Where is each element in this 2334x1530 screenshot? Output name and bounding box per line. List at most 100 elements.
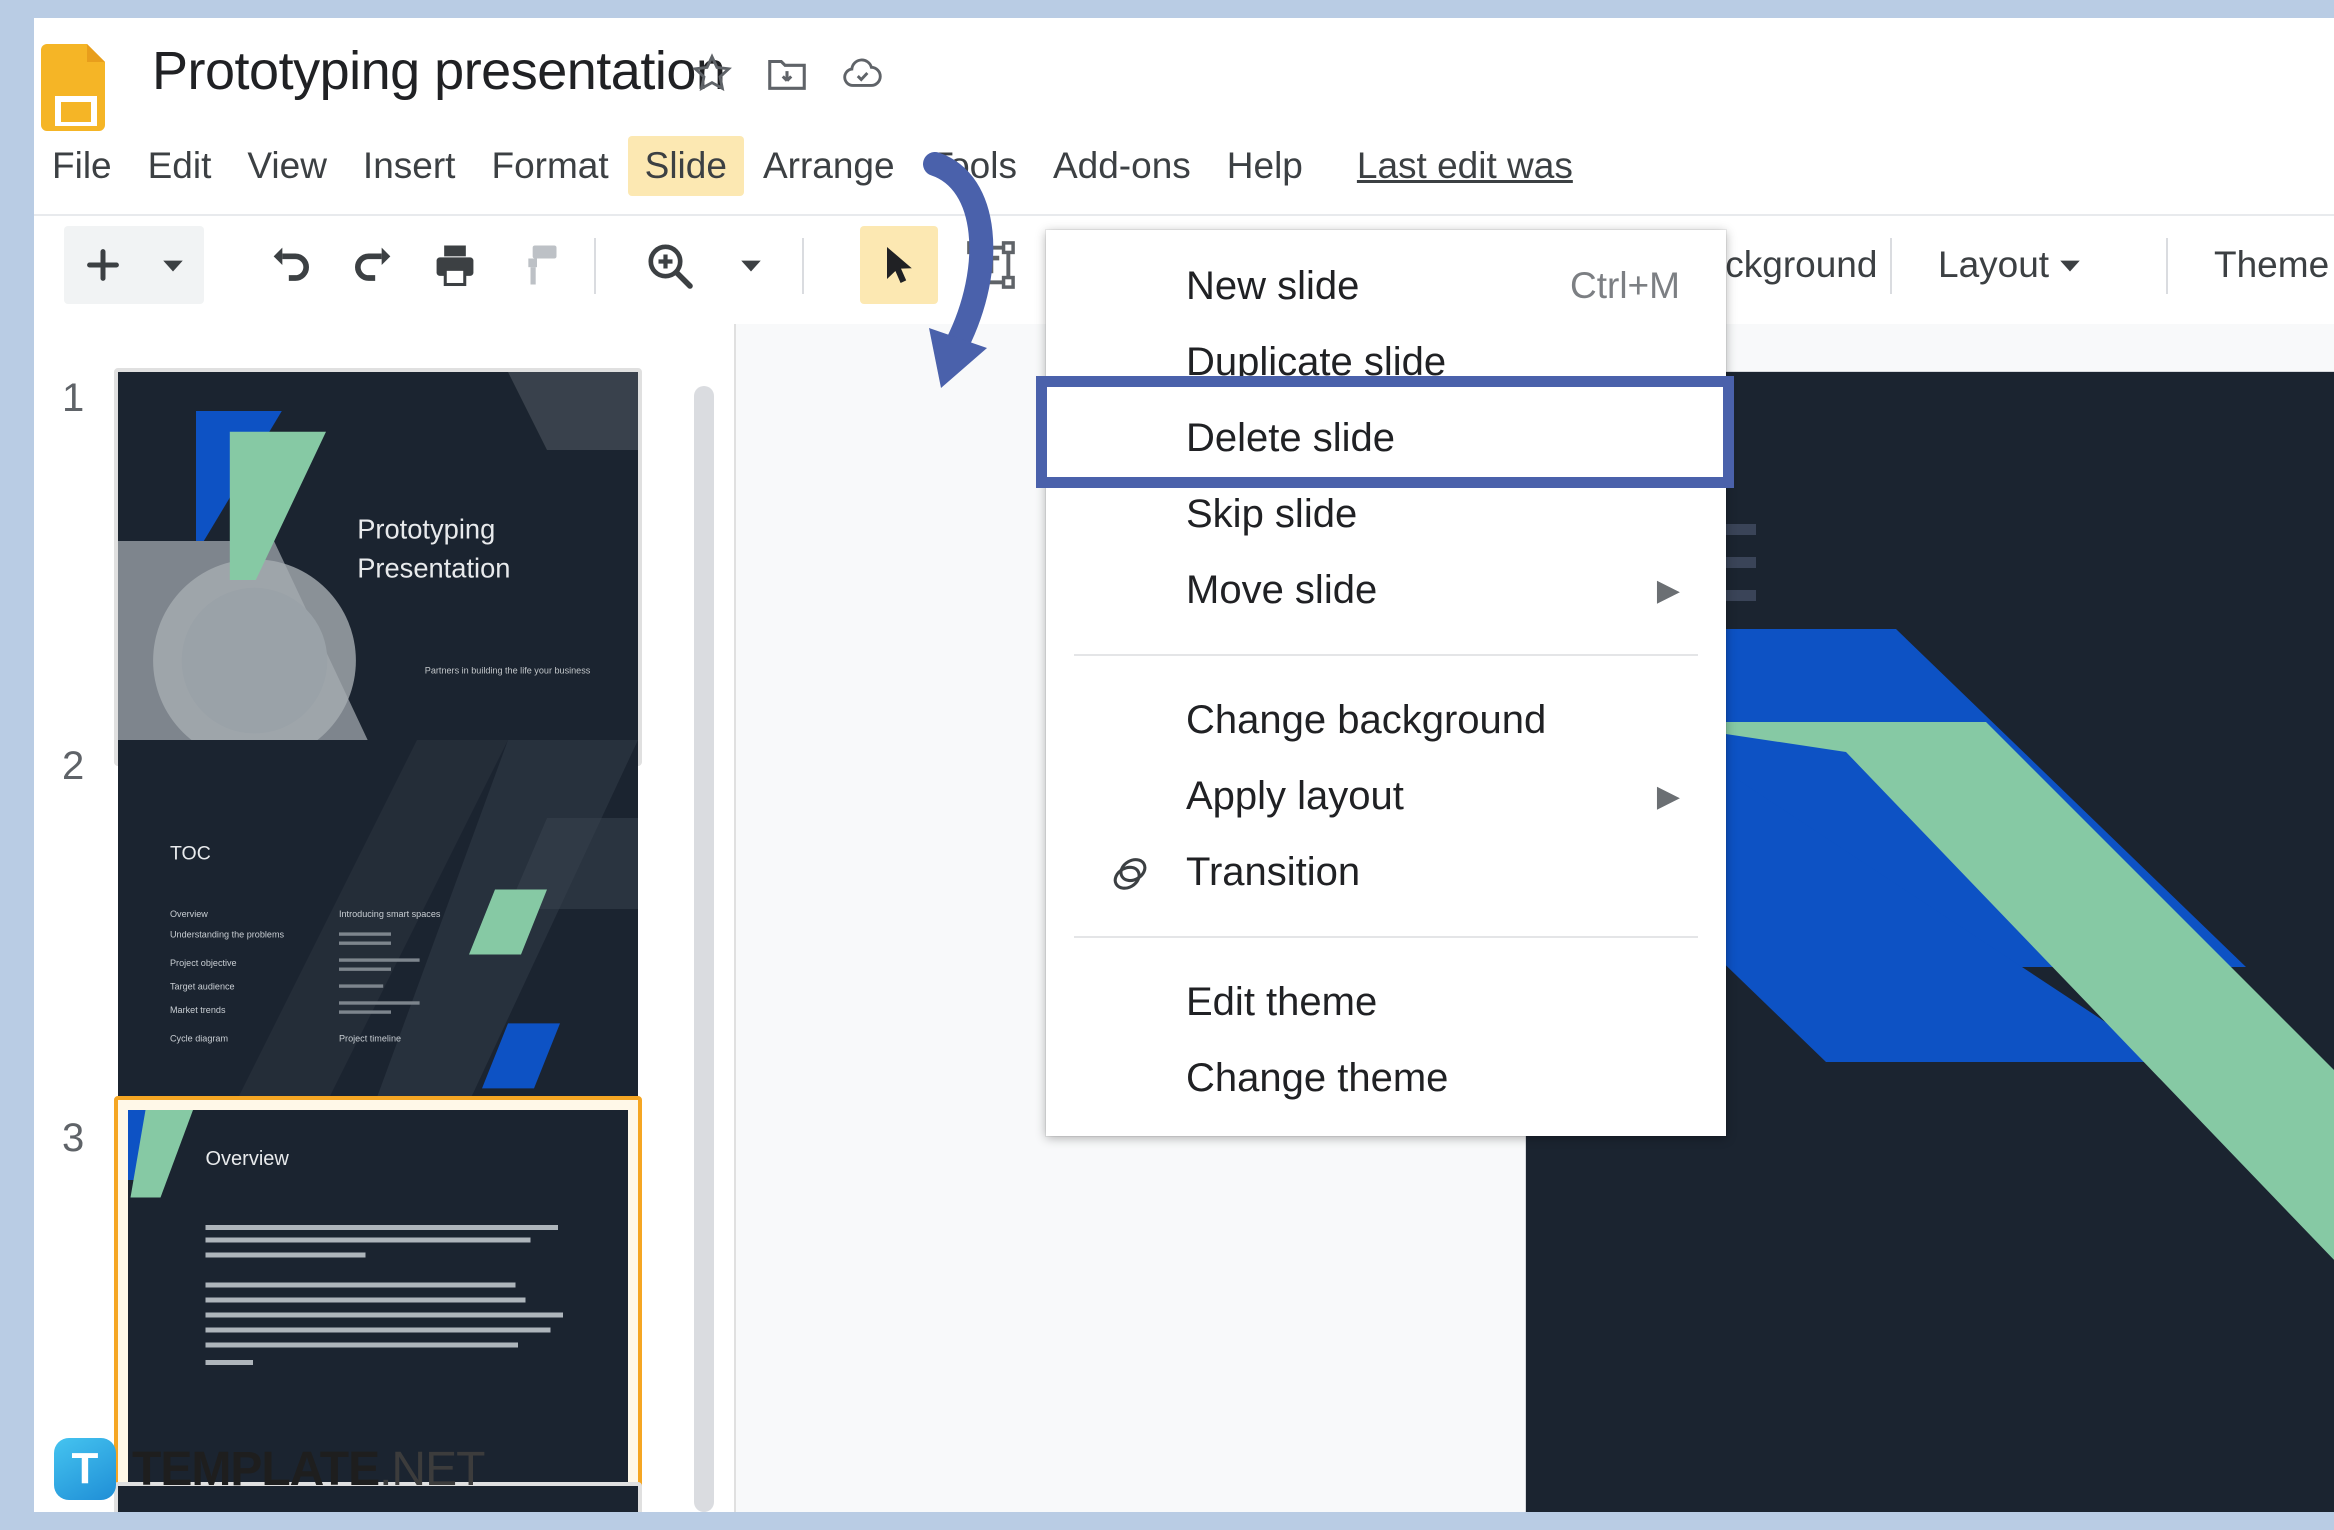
svg-text:Market trends: Market trends bbox=[170, 1005, 226, 1015]
title-bar: Prototyping presentation File Edit View Ins… bbox=[34, 18, 2334, 214]
theme-button[interactable]: Theme bbox=[2200, 226, 2334, 304]
menu-file[interactable]: File bbox=[35, 136, 129, 196]
menu-item-label: Change background bbox=[1186, 697, 1547, 742]
menu-item-edit-theme[interactable]: Edit theme bbox=[1046, 964, 1726, 1040]
thumbnail-canvas: TOC Overview Understanding the problems … bbox=[118, 740, 638, 1130]
menu-insert[interactable]: Insert bbox=[346, 136, 473, 196]
toolbar-separator-2 bbox=[802, 238, 804, 294]
redo-icon bbox=[355, 247, 391, 281]
last-edit-link[interactable]: Last edit was bbox=[1351, 136, 1579, 196]
template-net-watermark: T TEMPLATE .NET bbox=[54, 1438, 485, 1500]
svg-text:Project timeline: Project timeline bbox=[339, 1034, 401, 1044]
google-slides-logo[interactable] bbox=[41, 38, 111, 131]
select-tool-button[interactable] bbox=[860, 226, 938, 304]
submenu-arrow-icon: ▶ bbox=[1656, 779, 1680, 813]
menu-addons[interactable]: Add-ons bbox=[1036, 136, 1208, 196]
menu-item-label: Change theme bbox=[1186, 1055, 1449, 1100]
menu-slide[interactable]: Slide bbox=[627, 136, 744, 196]
google-slides-app: Prototyping presentation File Edit View Ins… bbox=[34, 18, 2334, 1512]
layout-label: Layout bbox=[1938, 244, 2050, 285]
slide-thumbnail-1[interactable]: Prototyping Presentation Partners in bui… bbox=[114, 368, 642, 766]
move-to-folder-icon[interactable] bbox=[764, 50, 810, 96]
menu-item-label: Duplicate slide bbox=[1186, 339, 1447, 384]
document-title[interactable]: Prototyping presentation bbox=[152, 40, 726, 102]
filmstrip-slide-1[interactable]: 1 Prototyping Presentation Partners in b… bbox=[34, 368, 734, 766]
new-slide-dropdown[interactable] bbox=[142, 226, 204, 304]
menu-item-new-slide[interactable]: New slide Ctrl+M bbox=[1046, 248, 1726, 324]
watermark-tld: .NET bbox=[379, 1442, 485, 1496]
toolbar-separator-1 bbox=[594, 238, 596, 294]
menu-item-change-theme[interactable]: Change theme bbox=[1046, 1040, 1726, 1116]
toolbar-separator-4 bbox=[2166, 238, 2168, 294]
text-box-button[interactable] bbox=[952, 226, 1030, 304]
menu-format[interactable]: Format bbox=[474, 136, 625, 196]
menu-edit[interactable]: Edit bbox=[131, 136, 229, 196]
menu-item-transition[interactable]: Transition bbox=[1046, 834, 1726, 910]
paint-format-button[interactable] bbox=[498, 226, 576, 304]
filmstrip-scrollbar-thumb[interactable] bbox=[694, 386, 714, 1512]
star-icon[interactable] bbox=[689, 50, 735, 96]
svg-text:Project objective: Project objective bbox=[170, 958, 237, 968]
svg-text:Understanding the problems: Understanding the problems bbox=[170, 930, 285, 940]
menu-item-label: New slide bbox=[1186, 263, 1360, 308]
undo-button[interactable] bbox=[252, 226, 330, 304]
menu-item-move-slide[interactable]: Move slide ▶ bbox=[1046, 552, 1726, 628]
menu-item-label: Move slide bbox=[1186, 567, 1378, 612]
menu-tools[interactable]: Tools bbox=[914, 136, 1034, 196]
slide-number: 2 bbox=[62, 744, 85, 788]
chevron-down-icon bbox=[741, 260, 761, 272]
template-net-logo-icon: T bbox=[54, 1438, 116, 1500]
cloud-saved-icon[interactable] bbox=[839, 50, 885, 96]
svg-text:Presentation: Presentation bbox=[357, 552, 510, 583]
undo-icon bbox=[273, 247, 309, 281]
print-icon bbox=[436, 245, 474, 287]
toolbar-separator-3 bbox=[1890, 238, 1892, 294]
print-button[interactable] bbox=[416, 226, 494, 304]
screenshot-root: Prototyping presentation File Edit View Ins… bbox=[0, 0, 2334, 1530]
menu-bar: File Edit View Insert Format Slide Arrange Tool… bbox=[34, 136, 1579, 214]
paint-format-icon bbox=[528, 245, 557, 285]
menu-help[interactable]: Help bbox=[1210, 136, 1320, 196]
menu-item-apply-layout[interactable]: Apply layout ▶ bbox=[1046, 758, 1726, 834]
cursor-arrow-icon bbox=[887, 247, 912, 283]
slide-menu-dropdown[interactable]: New slide Ctrl+M Duplicate slide Delete … bbox=[1046, 230, 1726, 1136]
svg-text:Cycle diagram: Cycle diagram bbox=[170, 1034, 228, 1044]
slide-thumbnail-2[interactable]: TOC Overview Understanding the problems … bbox=[114, 736, 642, 1134]
svg-text:Overview: Overview bbox=[206, 1148, 290, 1170]
menu-separator-2 bbox=[1074, 936, 1698, 938]
filmstrip-slide-2[interactable]: 2 TOC Overview Understanding the problem… bbox=[34, 736, 734, 1130]
menu-item-delete-slide[interactable]: Delete slide bbox=[1046, 400, 1726, 476]
chevron-down-icon bbox=[2060, 260, 2080, 272]
menu-item-skip-slide[interactable]: Skip slide bbox=[1046, 476, 1726, 552]
filmstrip-slide-3[interactable]: 3 Overview bbox=[34, 1096, 734, 1499]
svg-text:TOC: TOC bbox=[170, 843, 211, 865]
transition-icon bbox=[1113, 858, 1147, 890]
menu-item-label: Skip slide bbox=[1186, 491, 1358, 536]
thumbnail-canvas: Overview bbox=[128, 1110, 628, 1485]
menu-item-duplicate-slide[interactable]: Duplicate slide bbox=[1046, 324, 1726, 400]
svg-text:Partners in building the life: Partners in building the life your busin… bbox=[425, 666, 591, 676]
menu-item-label: Edit theme bbox=[1186, 979, 1378, 1024]
chevron-down-icon bbox=[163, 260, 183, 272]
menu-separator-1 bbox=[1074, 654, 1698, 656]
slide-number: 1 bbox=[62, 376, 85, 420]
svg-text:Introducing smart spaces: Introducing smart spaces bbox=[339, 909, 441, 919]
menu-view[interactable]: View bbox=[230, 136, 344, 196]
zoom-dropdown[interactable] bbox=[720, 226, 782, 304]
zoom-button[interactable] bbox=[626, 226, 712, 304]
menu-arrange[interactable]: Arrange bbox=[746, 136, 912, 196]
new-slide-button[interactable] bbox=[64, 226, 142, 304]
watermark-brand: TEMPLATE bbox=[132, 1442, 380, 1496]
plus-icon bbox=[87, 249, 119, 281]
menu-item-label: Delete slide bbox=[1186, 415, 1396, 460]
thumbnail-canvas: Prototyping Presentation Partners in bui… bbox=[118, 372, 638, 762]
text-box-icon bbox=[967, 241, 1015, 289]
menu-item-change-background[interactable]: Change background bbox=[1046, 682, 1726, 758]
layout-button[interactable]: Layout bbox=[1924, 226, 2097, 304]
slide-number: 3 bbox=[62, 1116, 85, 1160]
svg-text:Overview: Overview bbox=[170, 909, 208, 919]
menu-item-label: Transition bbox=[1186, 849, 1361, 894]
logo-letter: T bbox=[71, 1444, 99, 1493]
slide-filmstrip[interactable]: 1 Prototyping Presentation Partners in b… bbox=[34, 324, 736, 1512]
redo-button[interactable] bbox=[334, 226, 412, 304]
